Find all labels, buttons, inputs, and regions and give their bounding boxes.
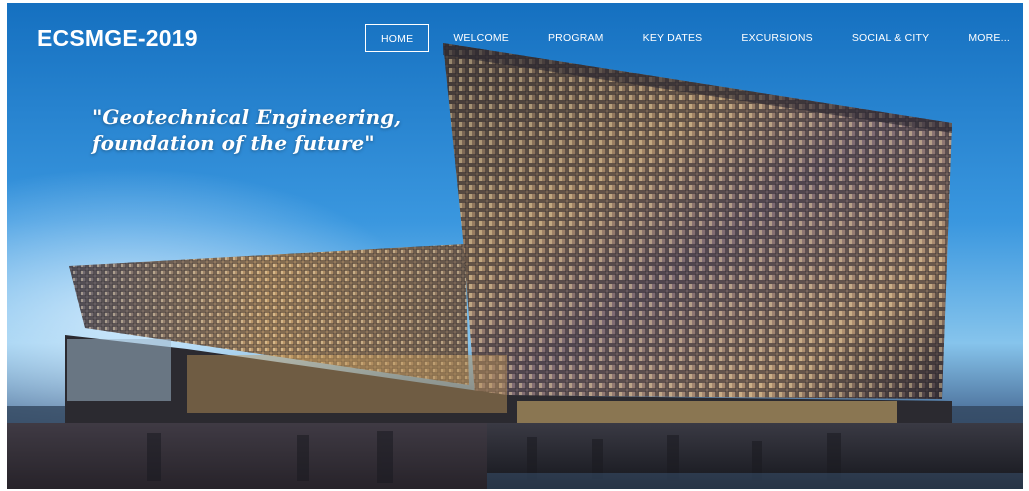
nav-item-key-dates[interactable]: KEY DATES	[628, 24, 718, 52]
hero-tagline: "Geotechnical Engineering, foundation of…	[92, 104, 401, 156]
top-navigation-bar: ECSMGE-2019 HOME WELCOME PROGRAM KEY DAT…	[7, 3, 1023, 73]
hero-banner: ECSMGE-2019 HOME WELCOME PROGRAM KEY DAT…	[7, 3, 1023, 489]
nav-item-program[interactable]: PROGRAM	[533, 24, 619, 52]
nav-item-welcome[interactable]: WELCOME	[438, 24, 524, 52]
concert-hall-glass-facade-image	[7, 3, 1023, 489]
nav-item-excursions[interactable]: EXCURSIONS	[726, 24, 827, 52]
nav-item-more[interactable]: MORE...	[953, 24, 1023, 52]
page: ECSMGE-2019 HOME WELCOME PROGRAM KEY DAT…	[0, 0, 1029, 491]
hero-tagline-line-1: "Geotechnical Engineering,	[92, 105, 402, 129]
hero-tagline-line-2: foundation of the future"	[92, 131, 375, 155]
nav-item-home[interactable]: HOME	[365, 24, 430, 52]
site-title-link[interactable]: ECSMGE-2019	[37, 25, 198, 52]
main-nav: HOME WELCOME PROGRAM KEY DATES EXCURSION…	[365, 24, 1023, 52]
nav-item-social-city[interactable]: SOCIAL & CITY	[837, 24, 944, 52]
